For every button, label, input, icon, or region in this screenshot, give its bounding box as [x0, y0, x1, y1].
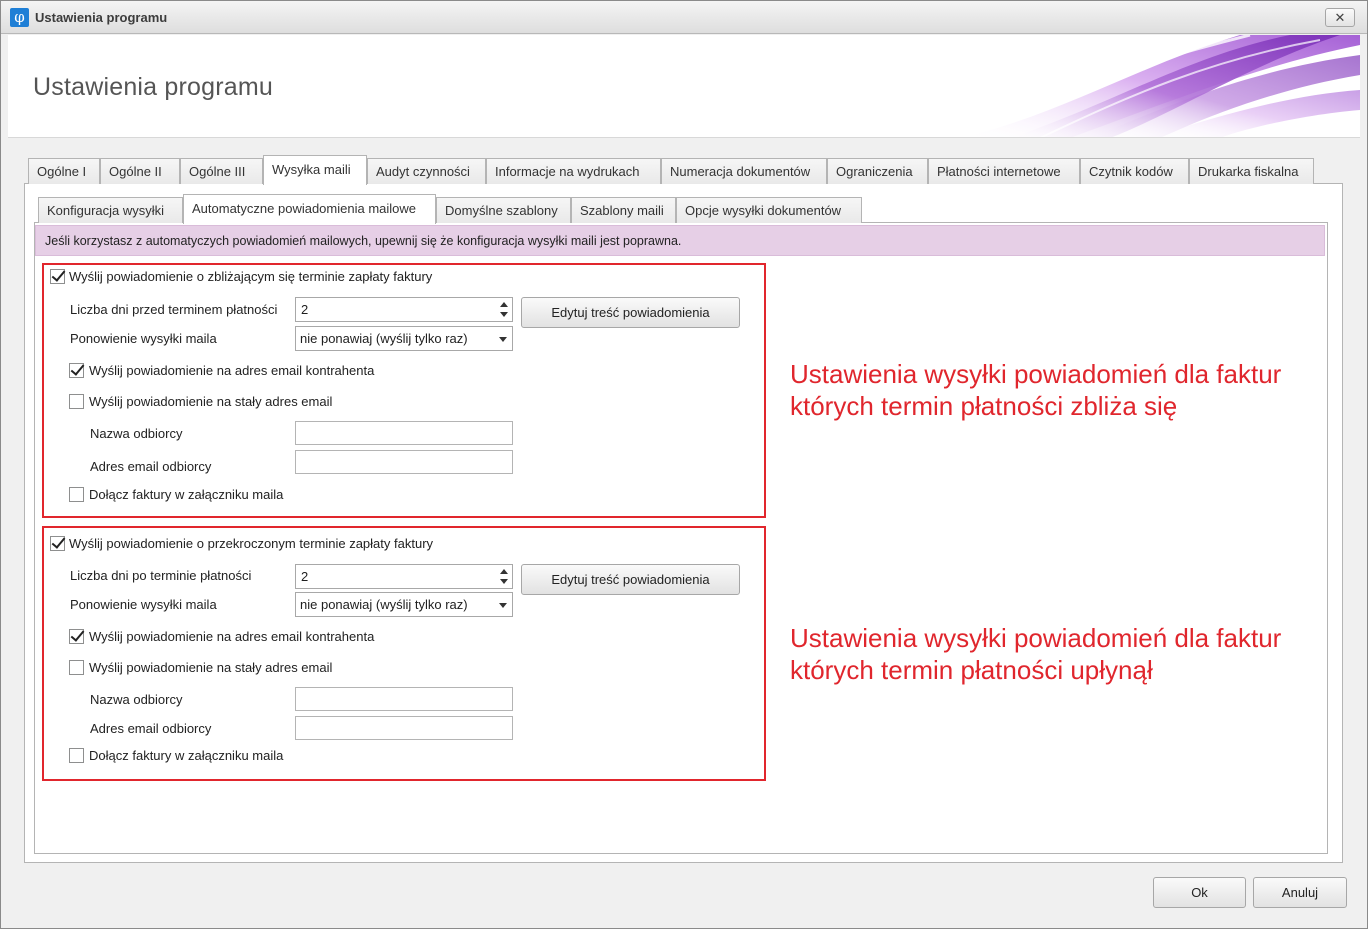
upcoming-to-client-checkbox[interactable]	[69, 363, 84, 378]
title-bar[interactable]: φ Ustawienia programu ✕	[1, 1, 1367, 34]
overdue-to-fixed-checkbox[interactable]	[69, 660, 84, 675]
ok-button[interactable]: Ok	[1153, 877, 1246, 908]
overdue-repeat-select[interactable]: nie ponawiaj (wyślij tylko raz)	[295, 592, 513, 617]
tab-ogolne-2[interactable]: Ogólne II	[100, 158, 180, 184]
upcoming-attach-checkbox[interactable]	[69, 487, 84, 502]
overdue-annotation-line-1: Ustawienia wysyłki powiadomień dla faktu…	[790, 623, 1282, 653]
overdue-to-fixed-label: Wyślij powiadomienie na stały adres emai…	[89, 660, 333, 675]
overdue-annotation-line-2: których termin płatności upłynął	[790, 655, 1153, 685]
upcoming-annotation-line-2: których termin płatności zbliża się	[790, 391, 1178, 421]
overdue-to-client-label: Wyślij powiadomienie na adres email kont…	[89, 629, 375, 644]
upcoming-annotation-line-1: Ustawienia wysyłki powiadomień dla faktu…	[790, 359, 1282, 389]
info-banner: Jeśli korzystasz z automatyczych powiado…	[35, 225, 1325, 256]
tab-automatyczne-powiadomienia[interactable]: Automatyczne powiadomienia mailowe	[183, 194, 436, 224]
header-banner: Ustawienia programu	[8, 35, 1360, 138]
tab-ograniczenia[interactable]: Ograniczenia	[827, 158, 928, 184]
overdue-days-label: Liczba dni po terminie płatności	[70, 568, 252, 583]
tab-domyslne-szablony[interactable]: Domyślne szablony	[436, 197, 571, 223]
overdue-days-spinner[interactable]: 2	[295, 564, 513, 589]
overdue-recipient-email-input[interactable]	[295, 716, 513, 740]
overdue-recipient-name-input[interactable]	[295, 687, 513, 711]
tab-konfiguracja-wysylki[interactable]: Konfiguracja wysyłki	[38, 197, 183, 223]
tab-szablony-maili[interactable]: Szablony maili	[571, 197, 676, 223]
overdue-enable-checkbox[interactable]	[50, 536, 65, 551]
app-logo-icon: φ	[10, 8, 29, 27]
tab-informacje-na-wydrukach[interactable]: Informacje na wydrukach	[486, 158, 661, 184]
upcoming-attach-label: Dołącz faktury w załączniku maila	[89, 487, 284, 502]
overdue-repeat-value: nie ponawiaj (wyślij tylko raz)	[300, 597, 468, 612]
tab-numeracja-dokumentow[interactable]: Numeracja dokumentów	[661, 158, 827, 184]
tab-audyt-czynnosci[interactable]: Audyt czynności	[367, 158, 486, 184]
upcoming-enable-label: Wyślij powiadomienie o zbliżającym się t…	[69, 269, 433, 284]
upcoming-repeat-label: Ponowienie wysyłki maila	[70, 331, 217, 346]
upcoming-days-spinner[interactable]: 2	[295, 297, 513, 322]
overdue-enable-label: Wyślij powiadomienie o przekroczonym ter…	[69, 536, 434, 551]
upcoming-to-fixed-checkbox[interactable]	[69, 394, 84, 409]
tab-ogolne-1[interactable]: Ogólne I	[28, 158, 100, 184]
overdue-recipient-name-label: Nazwa odbiorcy	[90, 692, 183, 707]
overdue-recipient-email-label: Adres email odbiorcy	[90, 721, 212, 736]
spin-down-icon[interactable]	[500, 312, 508, 317]
cancel-button[interactable]: Anuluj	[1253, 877, 1347, 908]
chevron-down-icon	[499, 603, 507, 608]
overdue-attach-label: Dołącz faktury w załączniku maila	[89, 748, 284, 763]
decorative-swirl-icon	[929, 35, 1360, 137]
upcoming-recipient-name-input[interactable]	[295, 421, 513, 445]
upcoming-repeat-select[interactable]: nie ponawiaj (wyślij tylko raz)	[295, 326, 513, 351]
spin-down-icon[interactable]	[500, 579, 508, 584]
upcoming-recipient-email-input[interactable]	[295, 450, 513, 474]
page-title: Ustawienia programu	[33, 73, 274, 101]
upcoming-days-label: Liczba dni przed terminem płatności	[70, 302, 278, 317]
tab-czytnik-kodow[interactable]: Czytnik kodów	[1080, 158, 1189, 184]
tab-platnosci-internetowe[interactable]: Płatności internetowe	[928, 158, 1080, 184]
upcoming-days-value: 2	[301, 302, 309, 317]
upcoming-to-fixed-label: Wyślij powiadomienie na stały adres emai…	[89, 394, 333, 409]
overdue-attach-checkbox[interactable]	[69, 748, 84, 763]
upcoming-edit-content-button[interactable]: Edytuj treść powiadomienia	[521, 297, 740, 328]
close-button[interactable]: ✕	[1325, 8, 1355, 27]
tab-ogolne-3[interactable]: Ogólne III	[180, 158, 263, 184]
upcoming-repeat-value: nie ponawiaj (wyślij tylko raz)	[300, 331, 468, 346]
overdue-repeat-label: Ponowienie wysyłki maila	[70, 597, 217, 612]
overdue-days-value: 2	[301, 569, 309, 584]
overdue-to-client-checkbox[interactable]	[69, 629, 84, 644]
tab-opcje-wysylki-dokumentow[interactable]: Opcje wysyłki dokumentów	[676, 197, 862, 223]
upcoming-enable-checkbox[interactable]	[50, 269, 65, 284]
spin-up-icon[interactable]	[500, 302, 508, 307]
upcoming-to-client-label: Wyślij powiadomienie na adres email kont…	[89, 363, 375, 378]
tab-drukarka-fiskalna[interactable]: Drukarka fiskalna	[1189, 158, 1314, 184]
upcoming-recipient-email-label: Adres email odbiorcy	[90, 459, 212, 474]
chevron-down-icon	[499, 337, 507, 342]
overdue-edit-content-button[interactable]: Edytuj treść powiadomienia	[521, 564, 740, 595]
settings-window: φ Ustawienia programu ✕ Ustawienia progr…	[0, 0, 1368, 929]
spin-up-icon[interactable]	[500, 569, 508, 574]
tab-wysylka-maili[interactable]: Wysyłka maili	[263, 155, 367, 185]
window-title: Ustawienia programu	[35, 10, 168, 25]
upcoming-recipient-name-label: Nazwa odbiorcy	[90, 426, 183, 441]
